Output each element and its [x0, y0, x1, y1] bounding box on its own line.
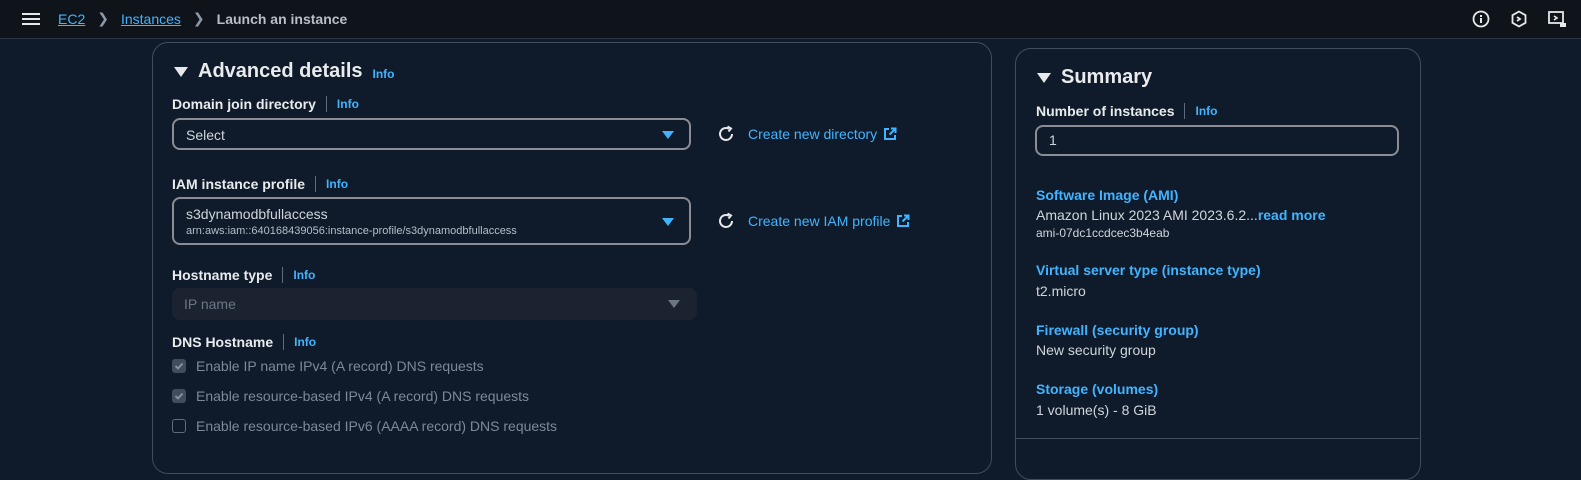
hostname-type-label-text: Hostname type — [172, 267, 273, 283]
caret-down-icon — [668, 300, 680, 308]
advanced-details-title: Advanced details — [198, 60, 363, 82]
domain-join-value: Select — [186, 127, 225, 143]
dns-option-label: Enable resource-based IPv6 (AAAA record)… — [196, 418, 558, 434]
breadcrumb-ec2[interactable]: EC2 — [58, 11, 85, 27]
hostname-type-label: Hostname type Info — [172, 267, 315, 283]
create-new-directory-text: Create new directory — [748, 126, 878, 142]
split-panel-icon[interactable] — [1547, 9, 1567, 29]
iam-profile-label-text: IAM instance profile — [172, 176, 306, 192]
advanced-details-header[interactable]: Advanced details Info — [174, 60, 395, 83]
summary-divider — [1016, 438, 1419, 439]
storage-value: 1 volume(s) - 8 GiB — [1036, 402, 1157, 418]
domain-join-select[interactable]: Select — [172, 118, 691, 150]
ami-summary-link[interactable]: Software Image (AMI) — [1036, 187, 1178, 203]
summary-header[interactable]: Summary — [1037, 66, 1152, 89]
chevron-right-icon: ❯ — [192, 10, 205, 26]
dns-option-label: Enable resource-based IPv4 (A record) DN… — [196, 388, 530, 404]
menu-icon[interactable] — [22, 10, 40, 28]
create-new-iam-profile-link[interactable]: Create new IAM profile — [748, 213, 910, 229]
external-link-icon — [884, 127, 897, 140]
dns-hostname-label-text: DNS Hostname — [172, 334, 274, 350]
instance-type-summary-link[interactable]: Virtual server type (instance type) — [1036, 262, 1261, 278]
create-new-iam-profile-text: Create new IAM profile — [748, 213, 891, 229]
num-instances-info-link[interactable]: Info — [1195, 104, 1217, 118]
summary-title: Summary — [1061, 66, 1153, 88]
firewall-summary-link[interactable]: Firewall (security group) — [1036, 322, 1199, 338]
hostname-type-value: IP name — [184, 296, 236, 312]
ami-summary-text: Amazon Linux 2023 AMI 2023.6.2...read mo… — [1036, 207, 1326, 223]
dns-option-label: Enable IP name IPv4 (A record) DNS reque… — [196, 358, 484, 374]
create-new-directory-link[interactable]: Create new directory — [748, 126, 897, 142]
caret-down-icon — [662, 218, 674, 226]
info-circle-icon[interactable] — [1471, 9, 1491, 29]
caret-down-icon[interactable] — [1037, 72, 1051, 83]
dns-option-ipv4-ip-name: Enable IP name IPv4 (A record) DNS reque… — [172, 358, 484, 374]
iam-profile-info-link[interactable]: Info — [326, 177, 348, 191]
num-instances-label-text: Number of instances — [1036, 103, 1175, 119]
hostname-type-select: IP name — [172, 288, 697, 320]
iam-profile-arn: arn:aws:iam::640168439056:instance-profi… — [186, 225, 517, 237]
caret-down-icon[interactable] — [174, 66, 188, 77]
checkbox-checked-icon — [172, 359, 186, 373]
iam-profile-select[interactable]: s3dynamodbfullaccess arn:aws:iam::640168… — [172, 197, 691, 245]
refresh-icon[interactable] — [716, 124, 736, 144]
domain-join-label-text: Domain join directory — [172, 96, 316, 112]
instance-type-value: t2.micro — [1036, 283, 1086, 299]
num-instances-input[interactable]: 1 — [1035, 125, 1399, 156]
cloudshell-icon[interactable] — [1509, 9, 1529, 29]
iam-profile-label: IAM instance profile Info — [172, 176, 348, 192]
chevron-right-icon: ❯ — [97, 10, 109, 26]
firewall-value: New security group — [1036, 342, 1156, 358]
dns-hostname-info-link[interactable]: Info — [294, 335, 316, 349]
caret-down-icon — [662, 131, 674, 139]
top-bar: EC2 ❯ Instances ❯ Launch an instance — [0, 0, 1581, 39]
storage-summary-link[interactable]: Storage (volumes) — [1036, 381, 1158, 397]
checkbox-checked-icon — [172, 389, 186, 403]
num-instances-label: Number of instances Info — [1036, 103, 1217, 119]
breadcrumb-current: Launch an instance — [216, 10, 348, 27]
advanced-info-link[interactable]: Info — [373, 67, 395, 81]
breadcrumb-instances[interactable]: Instances — [121, 11, 181, 27]
domain-join-label: Domain join directory Info — [172, 96, 359, 112]
external-link-icon — [897, 214, 910, 227]
iam-profile-value: s3dynamodbfullaccess — [186, 206, 328, 222]
hostname-type-info-link[interactable]: Info — [293, 268, 315, 282]
dns-hostname-label: DNS Hostname Info — [172, 334, 316, 350]
domain-join-info-link[interactable]: Info — [337, 97, 359, 111]
checkbox-unchecked-icon — [172, 419, 186, 433]
read-more-link[interactable]: read more — [1258, 207, 1326, 223]
refresh-icon[interactable] — [716, 211, 736, 231]
ami-name-text: Amazon Linux 2023 AMI 2023.6.2... — [1036, 207, 1258, 223]
ami-id-text: ami-07dc1ccdcec3b4eab — [1036, 226, 1170, 240]
dns-option-ipv6-resource: Enable resource-based IPv6 (AAAA record)… — [172, 418, 557, 434]
dns-option-ipv4-resource: Enable resource-based IPv4 (A record) DN… — [172, 388, 529, 404]
breadcrumb: EC2 ❯ Instances ❯ Launch an instance — [58, 10, 347, 27]
